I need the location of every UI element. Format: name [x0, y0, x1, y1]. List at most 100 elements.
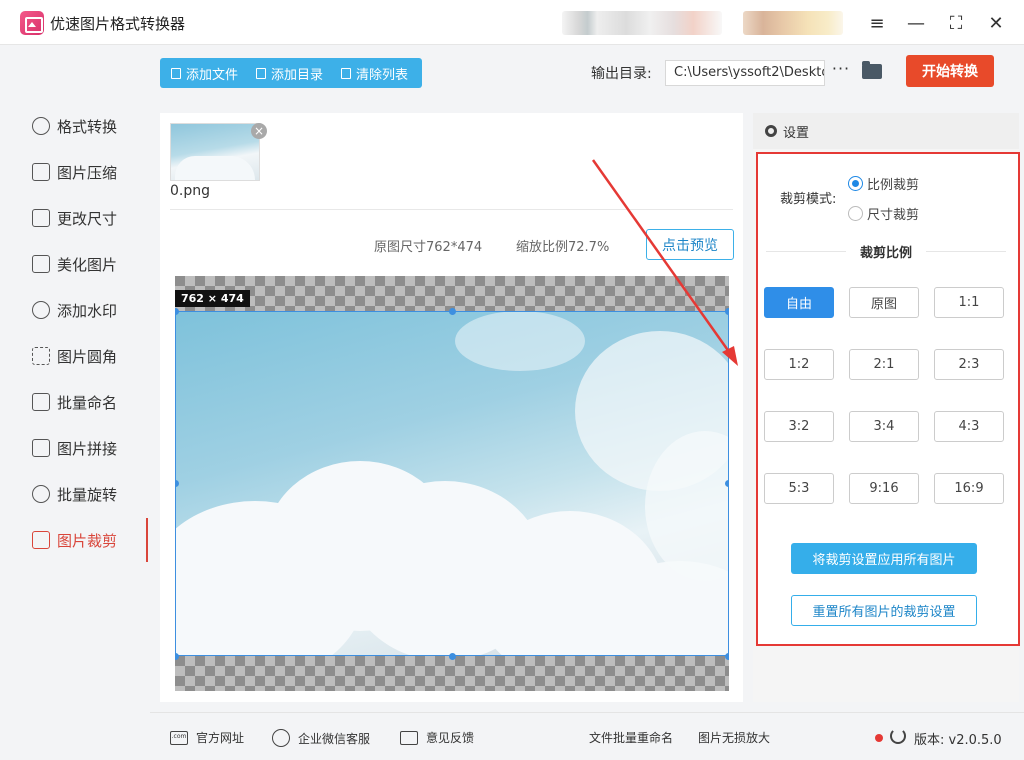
stitch-icon [32, 439, 50, 457]
official-website-link[interactable]: .com 官方网址 [170, 729, 244, 746]
reset-crop-all-button[interactable]: 重置所有图片的裁剪设置 [791, 595, 977, 626]
crop-handle[interactable] [449, 308, 456, 315]
apply-crop-all-button[interactable]: 将裁剪设置应用所有图片 [791, 543, 977, 574]
add-folder-button[interactable]: 添加目录 [245, 58, 330, 88]
feedback-label: 意见反馈 [426, 731, 475, 745]
ratio-5-3-button[interactable]: 5:3 [764, 473, 834, 504]
app-logo-icon [20, 11, 44, 35]
crop-handle[interactable] [725, 653, 729, 660]
crop-handle[interactable] [725, 308, 729, 315]
crop-selection[interactable] [175, 311, 729, 656]
ratio-3-4-button[interactable]: 3:4 [849, 411, 919, 442]
refresh-icon[interactable] [890, 728, 906, 744]
file-icon [171, 67, 181, 79]
resize-icon [32, 209, 50, 227]
file-thumbnail[interactable] [170, 123, 260, 181]
add-folder-label: 添加目录 [271, 67, 324, 83]
sidebar-item-crop[interactable]: 图片裁剪 [0, 518, 150, 562]
mode-ratio-radio[interactable]: 比例裁剪 [848, 174, 919, 193]
crop-mode-label: 裁剪模式: [780, 192, 837, 207]
output-path-field[interactable]: C:\Users\yssoft2\Deskto [665, 60, 825, 86]
settings-title: 设置 [783, 125, 810, 141]
crop-settings-highlight: 裁剪模式: 比例裁剪 尺寸裁剪 裁剪比例 自由 原图 1:1 1:2 2:1 2… [756, 152, 1020, 646]
sidebar-item-compress[interactable]: 图片压缩 [0, 150, 150, 194]
convert-icon [32, 117, 50, 135]
sidebar-item-rounded-corner[interactable]: 图片圆角 [0, 334, 150, 378]
website-label: 官方网址 [196, 731, 245, 745]
zoom-ratio-text: 缩放比例72.7% [516, 240, 610, 255]
beautify-icon [32, 255, 50, 273]
output-dir-label: 输出目录: [591, 66, 652, 82]
ratio-free-button[interactable]: 自由 [764, 287, 834, 318]
crop-handle[interactable] [725, 480, 729, 487]
sidebar-item-label: 图片圆角 [57, 347, 118, 366]
sidebar-item-resize[interactable]: 更改尺寸 [0, 196, 150, 240]
sidebar-item-label: 美化图片 [57, 255, 118, 274]
ratio-2-1-button[interactable]: 2:1 [849, 349, 919, 380]
batch-rename-link[interactable]: 文件批量重命名 [589, 729, 673, 746]
maximize-button[interactable]: ⛶ [943, 10, 969, 36]
crop-handle[interactable] [175, 653, 179, 660]
watermark-icon [32, 301, 50, 319]
feedback-icon [400, 730, 418, 745]
clear-list-label: 清除列表 [356, 67, 409, 83]
sidebar-item-label: 格式转换 [57, 117, 118, 136]
wechat-icon [272, 729, 290, 747]
gear-icon [765, 125, 777, 137]
ratio-1-2-button[interactable]: 1:2 [764, 349, 834, 380]
preview-button[interactable]: 点击预览 [646, 229, 734, 260]
original-size-text: 原图尺寸762*474 [374, 240, 483, 255]
settings-header: 设置 [753, 113, 1019, 149]
lossless-zoom-link[interactable]: 图片无损放大 [698, 729, 770, 746]
ratio-2-3-button[interactable]: 2:3 [934, 349, 1004, 380]
crop-canvas[interactable]: 762 × 474 [175, 276, 729, 691]
update-dot [875, 734, 883, 742]
sidebar-item-label: 批量命名 [57, 393, 118, 412]
trash-icon [341, 67, 352, 79]
folder-outline-icon [256, 67, 267, 79]
add-file-button[interactable]: 添加文件 [160, 58, 245, 88]
crop-handle[interactable] [449, 653, 456, 660]
file-button-group: 添加文件 添加目录 清除列表 [160, 58, 422, 88]
website-icon: .com [170, 730, 188, 745]
ratio-1-1-button[interactable]: 1:1 [934, 287, 1004, 318]
feedback-link[interactable]: 意见反馈 [400, 729, 474, 746]
ratio-3-2-button[interactable]: 3:2 [764, 411, 834, 442]
sidebar-item-stitch[interactable]: 图片拼接 [0, 426, 150, 470]
radio-dot [848, 206, 863, 221]
clear-list-button[interactable]: 清除列表 [330, 58, 415, 88]
toolbar: 添加文件 添加目录 清除列表 输出目录: C:\Users\yssoft2\De… [150, 46, 1024, 100]
minimize-button[interactable]: — [903, 10, 929, 36]
browse-more-button[interactable]: ··· [830, 59, 852, 85]
sidebar-item-label: 添加水印 [57, 301, 118, 320]
file-name: 0.png [170, 183, 211, 199]
sidebar-item-label: 图片拼接 [57, 439, 118, 458]
rounded-corner-icon [32, 347, 50, 365]
sidebar-item-watermark[interactable]: 添加水印 [0, 288, 150, 332]
ratio-16-9-button[interactable]: 16:9 [934, 473, 1004, 504]
sidebar-item-format-convert[interactable]: 格式转换 [0, 104, 150, 148]
version-text: 版本: v2.0.5.0 [914, 733, 1002, 748]
remove-file-icon[interactable]: × [251, 123, 267, 139]
footer: .com 官方网址 企业微信客服 意见反馈 文件批量重命名 图片无损放大 版本: … [150, 712, 1024, 760]
radio-dot [848, 176, 863, 191]
sidebar-item-batch-rename[interactable]: 批量命名 [0, 380, 150, 424]
main-panel: × 0.png 原图尺寸762*474 缩放比例72.7% 点击预览 762 ×… [160, 113, 743, 702]
menu-icon[interactable]: ≡ [864, 10, 890, 36]
ratio-original-button[interactable]: 原图 [849, 287, 919, 318]
sidebar-item-label: 批量旋转 [57, 485, 118, 504]
crop-dimension-tag: 762 × 474 [175, 290, 250, 307]
sidebar-item-beautify[interactable]: 美化图片 [0, 242, 150, 286]
open-folder-icon[interactable] [862, 61, 882, 79]
ratio-4-3-button[interactable]: 4:3 [934, 411, 1004, 442]
wechat-service-link[interactable]: 企业微信客服 [272, 729, 370, 747]
sidebar: 格式转换 图片压缩 更改尺寸 美化图片 添加水印 图片圆角 批量命名 图片拼接 … [0, 46, 150, 760]
ratio-9-16-button[interactable]: 9:16 [849, 473, 919, 504]
mode-size-radio[interactable]: 尺寸裁剪 [848, 204, 919, 223]
mode-size-label: 尺寸裁剪 [867, 208, 920, 223]
title-bar: 优速图片格式转换器 ≡ — ⛶ ✕ [0, 0, 1024, 45]
compress-icon [32, 163, 50, 181]
close-button[interactable]: ✕ [983, 10, 1009, 36]
sidebar-item-rotate[interactable]: 批量旋转 [0, 472, 150, 516]
start-convert-button[interactable]: 开始转换 [906, 55, 994, 87]
